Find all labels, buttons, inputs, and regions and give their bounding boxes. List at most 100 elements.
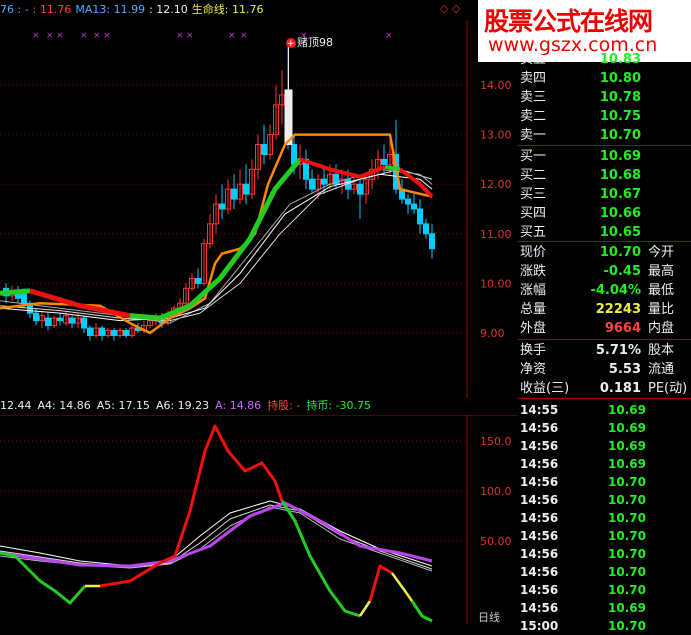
candle-body [423, 223, 429, 235]
quote-row[interactable]: 总量 22243 量比 [518, 300, 691, 319]
tick-price: 10.69 [608, 439, 646, 453]
fundamental-row-extra: PE(动) [648, 381, 688, 396]
fundamental-row[interactable]: 净资 5.53 流通 [518, 360, 691, 379]
tick-time: 14:56 [520, 601, 559, 615]
quote-row[interactable]: 涨幅 -4.04% 最低 [518, 281, 691, 300]
ask-row[interactable]: 卖一 10.70 [518, 126, 691, 145]
fundamental-row[interactable]: 收益(三) 0.181 PE(动) [518, 379, 691, 398]
quote-row[interactable]: 现价 10.70 今开 [518, 243, 691, 262]
candle-body [429, 233, 435, 250]
tick-time: 14:56 [520, 583, 559, 597]
bid-row-label: 买五 [520, 225, 547, 240]
candle-highlight [284, 89, 293, 146]
quote-panel: 卖五 10.83 卖四 10.80 卖三 10.78 卖二 10.75 卖一 10.70 买一 10.… [518, 50, 691, 633]
indicator-chart[interactable]: 150.0 100.0 50.00 日线 [0, 415, 518, 624]
corner-symbols[interactable]: ◇ ◇ [440, 2, 460, 15]
ask-row-value: 10.83 [599, 52, 641, 67]
quote-row-value: 10.70 [599, 245, 641, 260]
bid-row[interactable]: 买五 10.65 [518, 223, 691, 242]
candle-body [195, 277, 201, 284]
candle-body [57, 317, 63, 322]
tick-time: 14:56 [520, 457, 559, 471]
candle-body [33, 312, 39, 322]
trend-line-up [129, 157, 302, 321]
ask-row-value: 10.75 [599, 109, 641, 124]
candle-body [321, 178, 327, 185]
tick-price: 10.70 [608, 583, 646, 597]
candle-body [411, 203, 417, 210]
fundamental-row-value: 0.181 [599, 381, 641, 396]
candle-body [21, 292, 27, 304]
candle-body [243, 183, 249, 195]
bid-row[interactable]: 买三 10.67 [518, 185, 691, 204]
fundamental-row[interactable]: 换手 5.71% 股本 [518, 341, 691, 360]
candle-body [417, 208, 423, 225]
fundamental-row-extra: 流通 [648, 362, 675, 377]
trend-line-up [384, 164, 401, 172]
ask-row[interactable]: 卖五 10.83 [518, 50, 691, 69]
bid-row[interactable]: 买一 10.69 [518, 147, 691, 166]
tick-price: 10.70 [608, 529, 646, 543]
tick-price: 10.70 [608, 511, 646, 525]
ask-row[interactable]: 卖三 10.78 [518, 88, 691, 107]
tick-price: 10.69 [608, 403, 646, 417]
plus-icon: + [287, 39, 295, 49]
signal-line-hold [280, 500, 361, 618]
ask-row[interactable]: 卖四 10.80 [518, 69, 691, 88]
watermark-title: 股票公式在线网 [484, 7, 653, 36]
tick-time: 14:56 [520, 565, 559, 579]
period-label[interactable]: 日线 [478, 610, 500, 624]
candle-body [111, 330, 117, 336]
signal-line-neutral [358, 600, 372, 617]
ask-row[interactable]: 卖二 10.75 [518, 107, 691, 126]
indicator-value: A5: 17.15 [96, 399, 150, 412]
quote-row-label: 现价 [520, 245, 547, 260]
quote-row-value: 22243 [595, 302, 641, 317]
price-axis-label: 10.00 [480, 277, 512, 290]
quote-row-extra: 最低 [648, 283, 675, 298]
candle-body [381, 158, 387, 165]
candle-body [99, 327, 105, 336]
oscillator-main-line [0, 501, 433, 568]
tick-row: 14:55 10.69 [518, 401, 691, 419]
tick-row: 14:56 10.69 [518, 419, 691, 437]
bid-row-value: 10.67 [599, 187, 641, 202]
divider [518, 339, 691, 340]
candle-body [261, 144, 267, 155]
quote-row[interactable]: 涨跌 -0.45 最高 [518, 262, 691, 281]
divider [518, 398, 691, 399]
tick-price: 10.70 [608, 493, 646, 507]
signal-marker: × [93, 31, 101, 41]
ask-row-label: 卖四 [520, 71, 547, 86]
quote-row[interactable]: 外盘 9664 内盘 [518, 319, 691, 338]
divider [518, 241, 691, 242]
candle-body [69, 317, 75, 324]
bid-row[interactable]: 买四 10.66 [518, 204, 691, 223]
candle-body [81, 317, 87, 329]
candle-body [231, 188, 237, 200]
main-indicator-value: : 11.76 [32, 3, 72, 16]
signal-marker: × [103, 31, 111, 41]
indicator-axis-label: 100.0 [480, 485, 512, 498]
bid-row[interactable]: 买二 10.68 [518, 166, 691, 185]
indicator-axis-label: 50.00 [480, 535, 512, 548]
tick-row: 14:56 10.70 [518, 545, 691, 563]
quote-row-extra: 最高 [648, 264, 675, 279]
tick-price: 10.70 [608, 475, 646, 489]
annotation-label: 赌顶98 [297, 35, 333, 49]
candle-body [357, 183, 363, 195]
bid-row-value: 10.66 [599, 206, 641, 221]
signal-line-hold [410, 600, 433, 623]
candlestick-chart[interactable]: 14.0013.0012.0011.0010.009.00× × × × × × × × × × ×… [0, 20, 518, 398]
main-indicator-value: 生命线: 11.76 [191, 3, 264, 16]
price-axis-label: 13.00 [480, 129, 512, 142]
main-indicator-value: 76 : - [0, 3, 29, 16]
main-indicator-bar: 76 : -: 11.76 MA13: 11.99: 12.10 生命线: 11.7… [0, 0, 470, 20]
divider [518, 145, 691, 146]
quote-row-label: 涨幅 [520, 283, 547, 298]
candle-body [219, 203, 225, 210]
quote-row-label: 涨跌 [520, 264, 547, 279]
bid-row-label: 买三 [520, 187, 547, 202]
tick-price: 10.70 [608, 547, 646, 561]
signal-marker: × [228, 31, 236, 41]
